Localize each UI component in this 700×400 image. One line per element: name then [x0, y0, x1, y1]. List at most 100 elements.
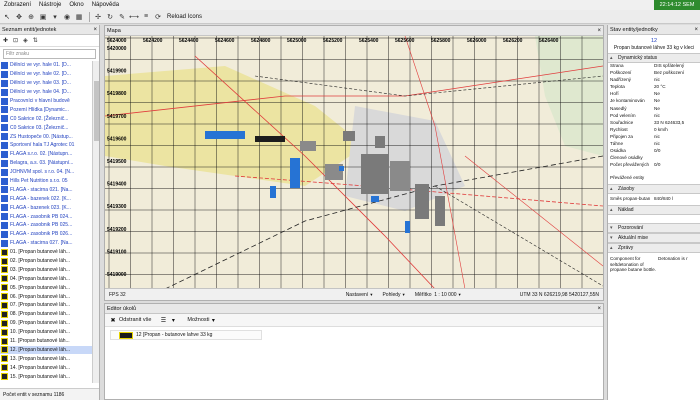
close-icon[interactable]: × [694, 27, 700, 33]
task-editor-title: Editor úkolů [107, 305, 137, 312]
property-key: Nadřízený [610, 77, 631, 83]
camera-icon[interactable]: ◉ [62, 12, 72, 22]
asset-marker[interactable] [255, 136, 285, 142]
entity-list-item[interactable]: FLAGA - zasobnik PB 024... [0, 212, 92, 221]
asset-marker[interactable] [405, 221, 410, 233]
entity-list-item[interactable]: C0 Sakrice 02. [Železnič... [0, 114, 92, 123]
close-icon[interactable]: × [597, 306, 603, 312]
entity-list-item[interactable]: 06. [Propan butanové láh... [0, 292, 92, 301]
section-observations[interactable]: ▾ Pozorování [608, 223, 700, 234]
select-icon[interactable]: ▣ [38, 12, 48, 22]
entity-list-item[interactable]: 11. [Propan butanové láh... [0, 337, 92, 346]
move-icon[interactable]: ✢ [93, 12, 103, 22]
entity-list-item[interactable]: 10. [Propan butanové láh... [0, 328, 92, 337]
scale-control[interactable]: Měřítko 1 : 10 000 ▾ [415, 292, 461, 298]
entity-list-item[interactable]: Hills Pet Nutrition s.r.o. 05 [0, 177, 92, 186]
close-icon[interactable]: × [93, 27, 99, 33]
entity-list-item[interactable]: Belagra, a.s. 03. [Nástupní... [0, 159, 92, 168]
section-cargo[interactable]: ▴ Náklad [608, 205, 700, 216]
entity-list-item[interactable]: 08. [Propan butanové láh... [0, 310, 92, 319]
section-stocks[interactable]: ▴ Zásoby [608, 184, 700, 195]
close-icon[interactable]: × [597, 28, 603, 34]
reload-icons-button[interactable]: Reload Icons [167, 14, 202, 20]
grid-icon[interactable]: ▦ [74, 12, 84, 22]
entity-list-item[interactable]: FLAGA - stacirna 021. [Na... [0, 185, 92, 194]
asset-marker[interactable] [290, 158, 300, 188]
entity-list-item[interactable]: 04. [Propan butanové láh... [0, 274, 92, 283]
entity-list-item[interactable]: 14. [Propan butanové láh... [0, 363, 92, 372]
view-toggle-icon[interactable]: ⊡ [13, 37, 18, 44]
sort-icon[interactable]: ⇅ [33, 37, 38, 44]
entity-number: 12 [650, 38, 658, 44]
entity-list-item[interactable]: Dělníci ve vyr. hale 01. [D... [0, 61, 92, 70]
add-icon[interactable]: ✚ [3, 37, 8, 44]
entity-list-item[interactable]: 01. [Propan butanové láh... [0, 248, 92, 257]
chevron-down-icon: ▾ [171, 317, 175, 324]
asset-marker[interactable] [270, 186, 276, 198]
entity-list-item[interactable]: ZS Hustopeče 00. [Nástup... [0, 132, 92, 141]
property-value: Ne [654, 98, 660, 104]
entity-list-item[interactable]: 05. [Propan butanové láh... [0, 283, 92, 292]
remove-all-label: Odstranit vše [119, 317, 152, 323]
entity-list-item[interactable]: 09. [Propan butanové láh... [0, 319, 92, 328]
entity-list-item[interactable]: 07. [Propan butanové láh... [0, 301, 92, 310]
entity-list-item[interactable]: FLAGA - bazenek 023. [K... [0, 203, 92, 212]
entity-filter-input[interactable]: Filtr znaku [3, 49, 96, 59]
map-canvas[interactable]: 5420000 5419900 5419800 5419700 5419600 54195… [105, 36, 603, 289]
entity-list-item[interactable]: FLAGA - bazenek 022. [K... [0, 194, 92, 203]
draw-icon[interactable]: ✎ [117, 12, 127, 22]
stock-value: 840/840 l [654, 196, 673, 202]
zoom-icon[interactable]: ⊕ [26, 12, 36, 22]
entity-list-item[interactable]: C0 Sakrice 03. [Železnič... [0, 123, 92, 132]
entity-list-item[interactable]: 03. [Propan butanové láh... [0, 265, 92, 274]
dropdown-icon[interactable]: ▾ [50, 12, 60, 22]
unit-symbol-icon [1, 177, 8, 185]
entity-list-item[interactable]: 15. [Propan butanové láh... [0, 372, 92, 381]
entity-list-item[interactable]: Dělníci ve vyr. hale 03. [D... [0, 79, 92, 88]
menu-item-view[interactable]: Zobrazení [0, 2, 35, 8]
entity-list-item[interactable]: 13. [Propan butanové láh... [0, 354, 92, 363]
menu-item-help[interactable]: Nápověda [88, 2, 123, 8]
entity-list-item[interactable]: Pracovníci v hlavní budově [0, 97, 92, 106]
entity-list-item[interactable]: JOHNVM spol. s r.o. 04. [N... [0, 168, 92, 177]
pan-icon[interactable]: ✥ [14, 12, 24, 22]
entity-list-item[interactable]: FLAGA s.r.o. 02. [Nástupn... [0, 150, 92, 159]
settings-dropdown[interactable]: Nastavení ▾ [346, 292, 373, 298]
entity-list-item[interactable]: 02. [Propan butanové láh... [0, 257, 92, 266]
hazard-symbol-icon [1, 310, 8, 318]
rotate-icon[interactable]: ↻ [105, 12, 115, 22]
entity-list-scrollbar[interactable] [92, 61, 99, 383]
cursor-icon[interactable]: ↖ [2, 12, 12, 22]
options-dropdown[interactable]: Možnosti ▾ [187, 316, 219, 324]
entity-list-item[interactable]: Sportovní hala TJ Agrotec 01 [0, 141, 92, 150]
section-reports[interactable]: ▴ Zprávy [608, 243, 700, 254]
asset-marker[interactable] [205, 131, 245, 139]
order-type-dropdown[interactable]: ☰ ▾ [159, 316, 179, 324]
entity-list-item[interactable]: Pozemí Hlídka [Dynamic... [0, 105, 92, 114]
asset-marker[interactable] [371, 196, 379, 202]
property-value [652, 175, 700, 182]
views-dropdown[interactable]: Pohledy ▾ [382, 292, 404, 298]
order-item[interactable]: 12 [Propan - butanove lahve 33 kg [110, 330, 262, 340]
entity-list-item[interactable]: FLAGA - stacirna 027. [Na... [0, 239, 92, 248]
map-view[interactable]: 5420000 5419900 5419800 5419700 5419600 54195… [105, 36, 603, 289]
scrollbar-thumb[interactable] [94, 81, 99, 141]
section-dynamic-status[interactable]: ▴ Dynamický status [608, 53, 700, 63]
entity-list-item[interactable]: 12. [Propan butanové láh... [0, 345, 92, 355]
entity-label: FLAGA - stacirna 021. [Na... [10, 186, 73, 193]
remove-all-button[interactable]: ✖ Odstranit vše [109, 316, 151, 324]
entity-label: Dělníci ve vyr. hale 02. [D... [10, 71, 71, 78]
menu-item-window[interactable]: Okno [65, 2, 87, 8]
asset-marker[interactable] [339, 166, 344, 171]
entity-list-item[interactable]: FLAGA - zasobnik PB 026... [0, 230, 92, 239]
entity-list-item[interactable]: FLAGA - zasobnik PB 025... [0, 221, 92, 230]
menu-item-tools[interactable]: Nástroje [35, 2, 65, 8]
entity-list-item[interactable]: Dělníci ve vyr. hale 04. [D... [0, 88, 92, 97]
layers-icon[interactable]: ≡ [141, 12, 151, 22]
property-key: Souřadnice [610, 119, 634, 125]
section-missions[interactable]: ▾ Aktuální mise [608, 233, 700, 244]
measure-icon[interactable]: ⟷ [129, 12, 139, 22]
filter-icon[interactable]: ◈ [23, 37, 28, 44]
reload-icons-icon[interactable]: ⟳ [153, 12, 163, 22]
entity-list-item[interactable]: Dělníci ve vyr. hale 02. [D... [0, 70, 92, 79]
